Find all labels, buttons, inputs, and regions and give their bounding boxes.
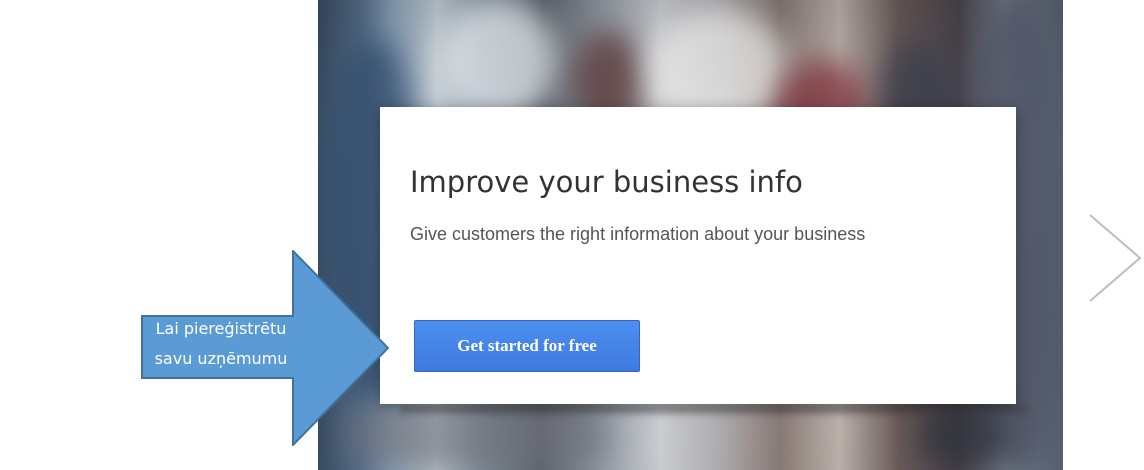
business-info-card: Improve your business info Give customer… <box>380 107 1016 404</box>
card-title: Improve your business info <box>410 165 803 199</box>
get-started-button[interactable]: Get started for free <box>414 320 640 372</box>
card-shadow <box>400 404 1028 414</box>
page: Improve your business info Give customer… <box>0 0 1144 470</box>
annotation-text: Lai piereģistrētu savu uzņēmumu spied te… <box>154 319 288 398</box>
card-subtitle: Give customers the right information abo… <box>410 224 866 244</box>
chevron-right-icon[interactable] <box>1086 213 1144 303</box>
